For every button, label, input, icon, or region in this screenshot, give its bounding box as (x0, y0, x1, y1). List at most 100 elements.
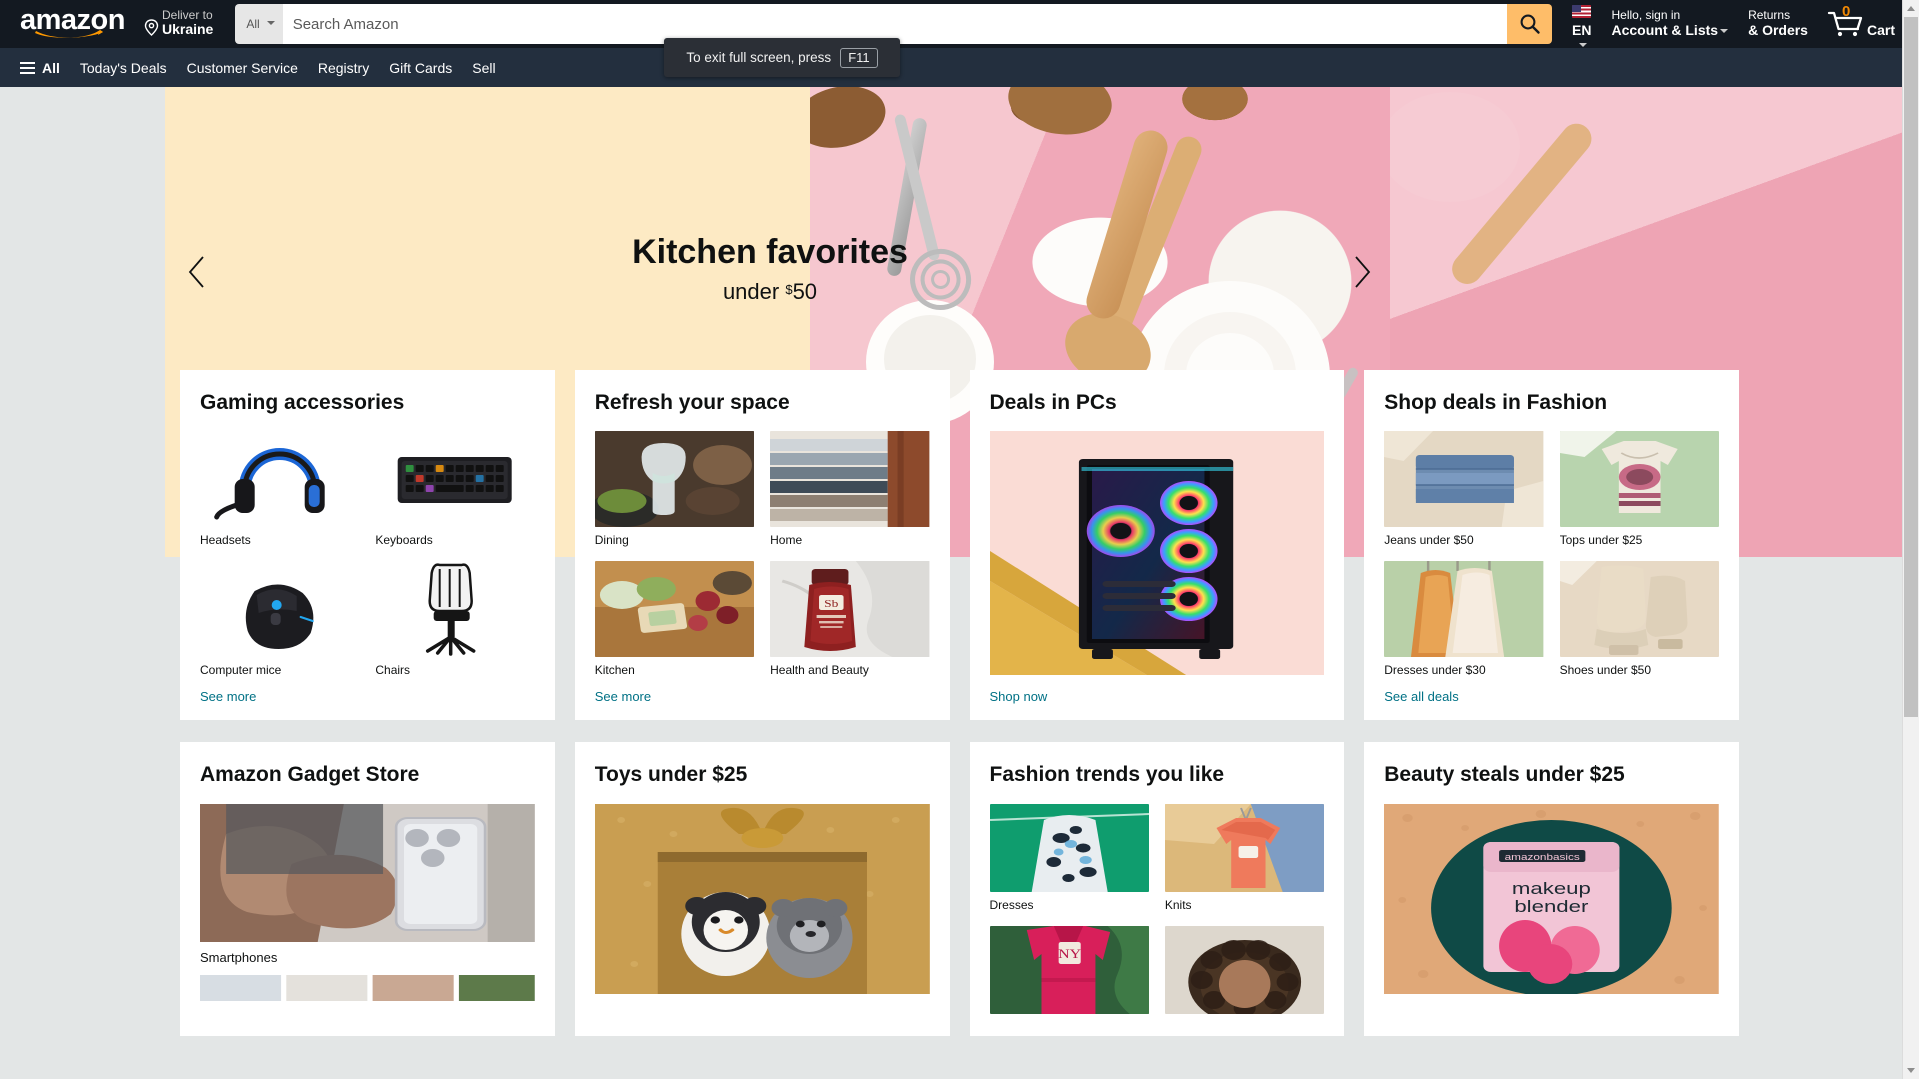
chevron-right-icon (1355, 256, 1371, 288)
account-label-text: Account & Lists (1611, 22, 1719, 39)
card-title: Shop deals in Fashion (1384, 391, 1608, 414)
tile-grid: Dining Home Kitchen Sb Health and Beauty (594, 431, 930, 678)
tile-image (1164, 803, 1325, 892)
computer-mouse-icon (245, 584, 314, 650)
scrollbar-up-button[interactable] (1903, 0, 1919, 17)
chevron-down-icon (1907, 1068, 1915, 1073)
cart-button[interactable]: 0 Cart (1818, 0, 1905, 48)
tile-image (989, 803, 1149, 892)
card-title: Gaming accessories (200, 391, 405, 414)
tile-label: Kitchen (594, 663, 635, 678)
hero-subtitle: under $50 (505, 279, 1035, 305)
tile-fashion-jacket[interactable]: NY (989, 925, 1149, 1020)
gaming-keyboard-icon (398, 457, 513, 504)
tile-image (200, 431, 360, 528)
card-row-2: Amazon Gadget Store Smartphones Toys und… (0, 742, 1919, 1036)
fullscreen-tooltip-text: To exit full screen, press (686, 50, 832, 65)
card-title: Beauty steals under $25 (1384, 763, 1625, 787)
card-see-more-link[interactable]: See more (595, 677, 930, 704)
tile-headsets[interactable]: Headsets (200, 431, 360, 548)
tile-image (1384, 431, 1544, 528)
subnav-item-sell[interactable]: Sell (462, 50, 505, 86)
location-pin-icon (144, 19, 159, 37)
chevron-up-icon (1907, 6, 1915, 11)
subnav-item-registry[interactable]: Registry (308, 50, 379, 86)
card-shop-deals-in-fashion: Shop deals in Fashion Jeans under $50 To… (1364, 370, 1739, 721)
tile-dining[interactable]: Dining (594, 431, 755, 548)
hero-prev-button[interactable] (175, 247, 219, 297)
hamburger-menu-icon (20, 61, 35, 74)
scrollbar-thumb[interactable] (1904, 17, 1918, 717)
tile-image: Sb (770, 561, 930, 658)
orders-label: & Orders (1748, 22, 1808, 39)
chevron-down-icon (1720, 29, 1729, 34)
card-grid: Gaming accessories Headsets Keyboards Co… (0, 370, 1919, 1036)
search-category-dropdown[interactable]: All (235, 4, 283, 44)
hero-next-button[interactable] (1340, 247, 1384, 297)
account-and-lists-menu[interactable]: Hello, sign in Account & Lists (1601, 1, 1738, 48)
page-content: Kitchen favorites under $50 Gaming acces… (0, 87, 1919, 1036)
tile-dresses[interactable]: Dresses under $30 (1384, 561, 1544, 678)
tile-kitchen[interactable]: Kitchen (594, 561, 755, 678)
card-shop-now-link[interactable]: Shop now (990, 677, 1325, 704)
card-image[interactable]: amazonbasics makeup blender (1384, 803, 1719, 994)
tile-jeans[interactable]: Jeans under $50 (1384, 431, 1544, 547)
tile-chairs[interactable]: Chairs (375, 561, 535, 678)
amazon-smile-icon (35, 29, 103, 38)
card-image[interactable] (200, 803, 535, 942)
amazon-logo[interactable]: amazon (10, 0, 135, 49)
tile-image (1559, 561, 1719, 658)
dresses-photo (1384, 561, 1544, 658)
card-see-more-link[interactable]: See more (200, 677, 535, 704)
jeans-photo (1384, 431, 1544, 528)
card-image[interactable] (989, 431, 1325, 676)
returns-and-orders-link[interactable]: Returns & Orders (1738, 1, 1818, 48)
svg-text:amazonbasics: amazonbasics (1505, 853, 1580, 862)
card-secondary-image[interactable] (200, 974, 535, 1001)
tile-image (200, 561, 360, 658)
card-see-all-deals-link[interactable]: See all deals (1384, 677, 1719, 704)
secondary-navigation-bar: All Today's Deals Customer Service Regis… (0, 48, 1919, 87)
tile-fashion-knits[interactable]: Knits (1164, 803, 1325, 912)
chevron-down-icon (1578, 42, 1587, 47)
tile-label: Dining (594, 533, 629, 548)
tile-tops[interactable]: Tops under $25 (1559, 431, 1719, 547)
page-scrollbar[interactable] (1902, 0, 1919, 1079)
tile-health-and-beauty[interactable]: Sb Health and Beauty (770, 561, 930, 677)
search-submit-button[interactable] (1507, 4, 1553, 44)
tile-shoes[interactable]: Shoes under $50 (1559, 561, 1719, 678)
search-category-label: All (246, 17, 260, 31)
tile-label: Shoes under $50 (1559, 663, 1652, 678)
tile-keyboards[interactable]: Keyboards (375, 431, 535, 548)
tile-label: Headsets (200, 533, 251, 548)
card-title: Fashion trends you like (989, 763, 1225, 787)
card-refresh-your-space: Refresh your space Dining Home Kitchen S… (574, 370, 950, 721)
tile-fashion-hair[interactable] (1164, 925, 1325, 1020)
all-menu-button[interactable]: All (10, 50, 70, 86)
tile-label: Dresses under $30 (1384, 663, 1486, 678)
deliver-to-selector[interactable]: Deliver to Ukraine (137, 0, 223, 48)
chevron-left-icon (188, 256, 204, 288)
tile-image (1164, 925, 1325, 1014)
subnav-item-customer-service[interactable]: Customer Service (177, 50, 308, 86)
card-beauty-steals-under-25: Beauty steals under $25 amazonbasics mak… (1364, 742, 1739, 1036)
subnav-item-gift-cards[interactable]: Gift Cards (379, 50, 462, 86)
hero-text-block: Kitchen favorites under $50 (505, 232, 1035, 305)
smartphone-in-hands-photo (200, 803, 535, 942)
tile-home[interactable]: Home (770, 431, 930, 547)
knit-top-photo (1164, 803, 1325, 892)
tile-label: Keyboards (375, 533, 433, 548)
card-title: Refresh your space (594, 391, 790, 414)
tile-computer-mice[interactable]: Computer mice (200, 561, 360, 677)
card-amazon-gadget-store: Amazon Gadget Store Smartphones (180, 742, 555, 1036)
tile-image (1559, 431, 1719, 528)
shoes-photo (1559, 561, 1719, 658)
kitchen-board-photo (594, 561, 755, 658)
scrollbar-down-button[interactable] (1903, 1062, 1919, 1079)
tile-fashion-dresses[interactable]: Dresses (989, 803, 1149, 912)
tile-label: Chairs (375, 663, 411, 678)
language-code: EN (1572, 22, 1592, 39)
subnav-item-todays-deals[interactable]: Today's Deals (70, 50, 177, 86)
card-image[interactable] (594, 803, 930, 994)
card-title: Toys under $25 (594, 763, 748, 787)
